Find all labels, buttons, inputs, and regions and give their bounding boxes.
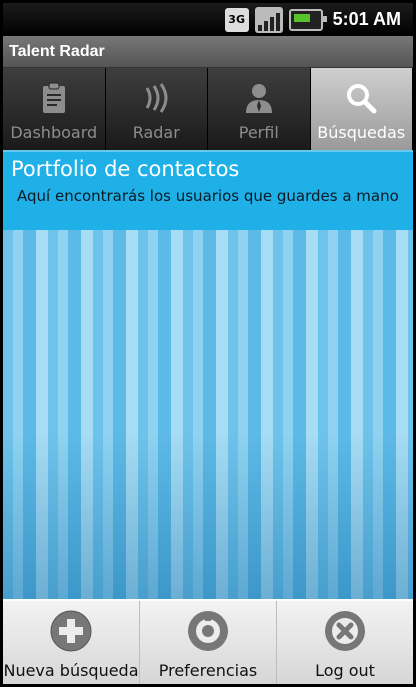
tab-radar[interactable]: Radar: [105, 68, 208, 150]
new-search-button[interactable]: Nueva búsqueda: [3, 601, 140, 684]
preferences-button[interactable]: Preferencias: [140, 601, 277, 684]
search-icon: [344, 81, 378, 115]
tab-dashboard[interactable]: Dashboard: [3, 68, 106, 150]
tab-label: Búsquedas: [317, 123, 406, 142]
tab-label: Dashboard: [10, 123, 98, 142]
button-label: Preferencias: [158, 661, 258, 680]
clipboard-icon: [37, 81, 71, 115]
radar-waves-icon: [139, 81, 173, 115]
tab-label: Radar: [132, 123, 180, 142]
button-label: Log out: [315, 661, 375, 680]
gear-icon: [188, 611, 228, 651]
status-time: 5:01 AM: [332, 9, 401, 29]
network-3g-icon: 3G: [224, 7, 249, 32]
app-frame: 3G 5:01 AM Talent Radar Dashboard Radar …: [3, 3, 413, 684]
close-icon: [325, 611, 365, 651]
app-title: Talent Radar: [3, 36, 413, 68]
tab-busquedas[interactable]: Búsquedas: [310, 68, 413, 150]
contacts-list-area[interactable]: [3, 230, 413, 599]
bottom-action-bar: Nueva búsqueda Preferencias Log out: [3, 599, 413, 684]
battery-icon: [288, 8, 327, 31]
button-label: Nueva búsqueda: [3, 661, 139, 680]
status-bar: 3G 5:01 AM: [3, 3, 413, 36]
plus-icon: [50, 610, 92, 652]
page-subtitle: Aquí encontrarás los usuarios que guarde…: [17, 187, 399, 205]
tab-perfil[interactable]: Perfil: [208, 68, 311, 150]
page-title: Portfolio de contactos: [11, 157, 240, 181]
person-icon: [242, 81, 276, 115]
log-out-button[interactable]: Log out: [277, 601, 413, 684]
tab-label: Perfil: [238, 123, 279, 142]
signal-icon: [254, 6, 283, 33]
portfolio-header: Portfolio de contactos Aquí encontrarás …: [3, 150, 413, 230]
tab-bar: Dashboard Radar Perfil Búsquedas: [3, 68, 413, 150]
